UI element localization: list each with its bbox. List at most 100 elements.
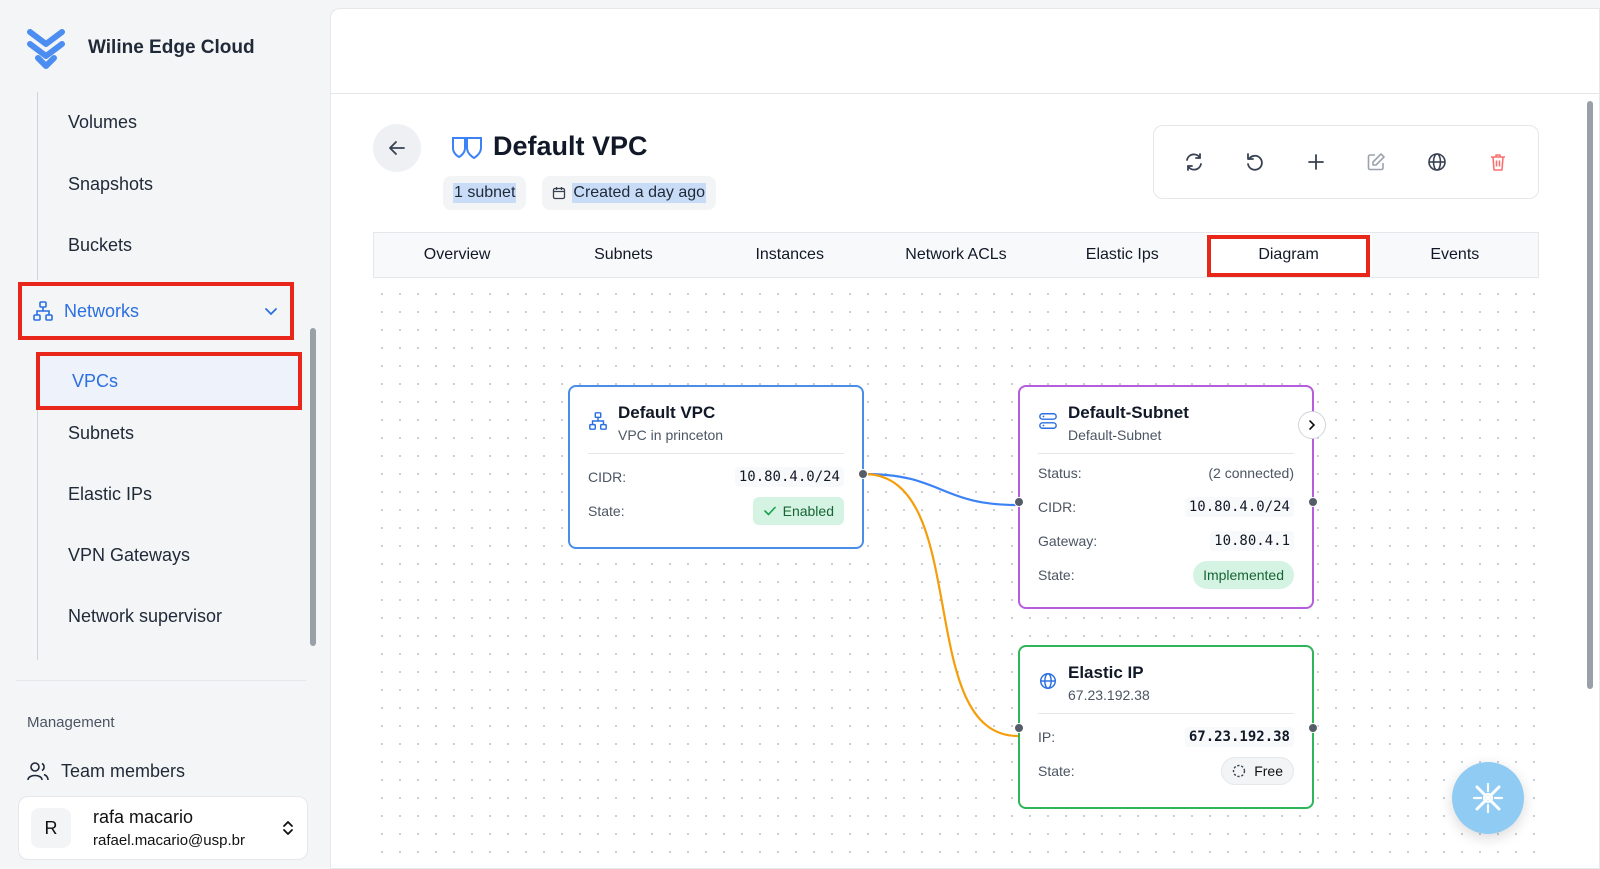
page-header: Default VPC [447,131,648,162]
reset-button[interactable] [1235,142,1275,182]
globe-button[interactable] [1417,142,1457,182]
edit-button[interactable] [1356,142,1396,182]
brand-logo-icon [27,29,65,69]
tab-bar: Overview Subnets Instances Network ACLs … [373,232,1539,278]
globe-icon [1428,153,1446,171]
diagram-edges [863,472,1019,738]
created-chip: Created a day ago [542,176,717,210]
sidebar-divider [16,680,306,681]
check-icon [763,506,776,516]
trash-icon [1490,154,1505,171]
sidebar-item-label: Networks [64,300,140,321]
subnet-state: Implemented [1193,561,1294,589]
sidebar-item-volumes[interactable]: Volumes [68,112,137,133]
avatar: R [31,808,71,848]
refresh-button[interactable] [1174,142,1214,182]
sidebar-item-buckets[interactable]: Buckets [68,235,132,256]
sidebar-item-label: VPCs [72,370,119,391]
eip-address: 67.23.192.38 [1184,727,1294,747]
eip-input-handle[interactable] [1014,723,1024,733]
plus-icon [1307,154,1324,170]
tab-overview[interactable]: Overview [374,233,540,277]
vpc-icon [452,136,482,159]
section-label-management: Management [27,714,115,731]
vpc-state: Enabled [782,503,834,519]
diagram-canvas[interactable]: Default VPC VPC in princeton CIDR: 10.80… [373,285,1539,869]
page-meta: 1 subnet Created a day ago [443,176,717,210]
sidebar-item-networks[interactable]: Networks [18,282,294,340]
vpc-node[interactable]: Default VPC VPC in princeton CIDR: 10.80… [568,385,868,549]
assistant-button[interactable] [1452,762,1524,834]
user-menu[interactable]: R rafa macario rafael.macario@usp.br [18,796,308,860]
status-badge: Free [1221,757,1294,785]
sidebar-item-label: Team members [61,760,186,781]
sidebar-item-elastic-ips[interactable]: Elastic IPs [68,484,152,505]
edge-vpc-eip [863,472,1019,738]
chevron-up-down-icon [283,821,293,835]
cidr-label: CIDR: [1038,499,1077,515]
sidebar-item-vpcs[interactable]: VPCs [36,352,302,410]
calendar-icon [553,187,566,200]
tab-events[interactable]: Events [1372,233,1538,277]
user-email: rafael.macario@usp.br [93,832,245,849]
main-panel: Default VPC 1 subnet Created a day ago O… [330,8,1600,869]
sidebar-item-vpn-gateways[interactable]: VPN Gateways [68,545,190,566]
elastic-ip-node[interactable]: Elastic IP 67.23.192.38 IP: 67.23.192.38… [1014,645,1318,809]
subnet-count-chip: 1 subnet [443,176,527,210]
network-icon [589,412,607,430]
expand-button[interactable] [1298,411,1326,439]
subnet-input-handle[interactable] [1014,497,1024,507]
sidebar-item-network-supervisor[interactable]: Network supervisor [68,606,222,627]
vpc-node-title: Default VPC [618,403,716,422]
gateway-label: Gateway: [1038,533,1098,549]
page-title: Default VPC [493,131,648,161]
subnet-cidr: 10.80.4.0/24 [1184,497,1294,517]
delete-button[interactable] [1478,142,1518,182]
subnet-output-handle[interactable] [1308,497,1318,507]
dashed-circle-icon [1233,764,1246,778]
network-icon [33,301,53,321]
users-icon [27,762,49,781]
undo-icon [1247,153,1263,171]
status-label: Status: [1038,465,1082,481]
state-label: State: [1038,763,1075,779]
tab-network-acls[interactable]: Network ACLs [873,233,1039,277]
state-label: State: [1038,567,1075,583]
globe-icon [1040,673,1056,689]
user-name: rafa macario [93,807,194,827]
header-divider [331,93,1599,94]
state-label: State: [588,503,625,519]
tab-instances[interactable]: Instances [707,233,873,277]
vpc-output-handle[interactable] [858,469,868,479]
page-scrollbar[interactable] [1587,101,1593,689]
chevron-right-icon [1309,420,1316,430]
subnet-icon [1039,413,1057,429]
tab-diagram[interactable]: Diagram [1205,233,1372,277]
tab-subnets[interactable]: Subnets [540,233,706,277]
add-button[interactable] [1296,142,1336,182]
subnet-gateway: 10.80.4.1 [1210,531,1294,551]
subnet-node-title: Default-Subnet [1068,403,1189,422]
assistant-icon [1472,782,1504,814]
edit-icon [1367,153,1386,171]
subnet-node-subtitle: Default-Subnet [1068,427,1162,443]
sidebar-item-subnets[interactable]: Subnets [68,423,134,444]
sidebar-scrollbar[interactable] [310,328,316,646]
back-button[interactable] [373,124,421,172]
ip-label: IP: [1038,729,1056,745]
cidr-label: CIDR: [588,469,627,485]
eip-node-subtitle: 67.23.192.38 [1068,687,1150,703]
subnet-node[interactable]: Default-Subnet Default-Subnet Status: (2… [1014,385,1326,609]
brand[interactable]: Wiline Edge Cloud [24,26,255,70]
eip-output-handle[interactable] [1308,723,1318,733]
subnet-status: (2 connected) [1208,465,1294,481]
nav-tree-line [37,410,38,660]
status-badge: Enabled [752,497,844,525]
sidebar-item-snapshots[interactable]: Snapshots [68,174,153,195]
tab-elastic-ips[interactable]: Elastic Ips [1039,233,1205,277]
eip-node-title: Elastic IP [1068,663,1144,682]
sidebar-item-team-members[interactable]: Team members [27,760,185,782]
brand-name: Wiline Edge Cloud [88,37,255,58]
eip-state: Free [1254,763,1283,779]
vpc-cidr: 10.80.4.0/24 [734,467,844,487]
